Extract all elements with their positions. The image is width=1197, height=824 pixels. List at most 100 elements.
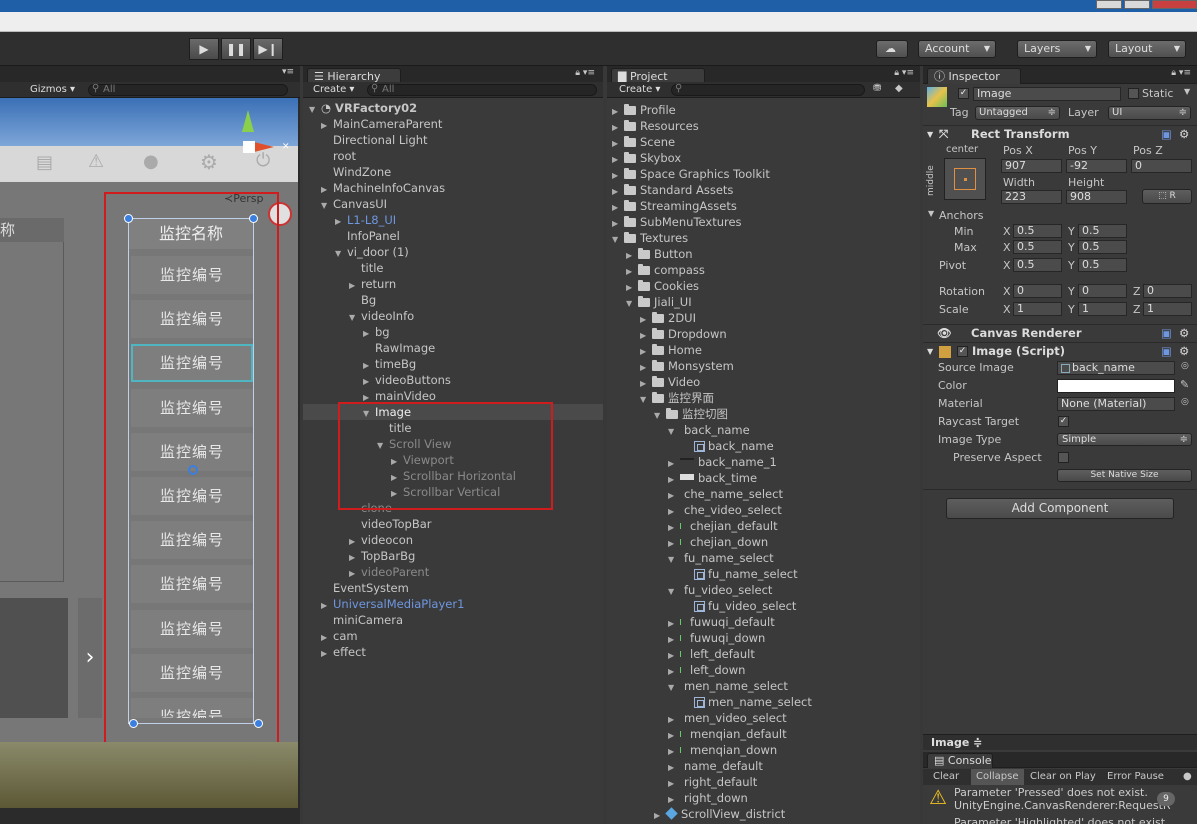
step-button[interactable]: ▶❙ (253, 38, 283, 60)
layers-dropdown[interactable]: Layers ▼ (1017, 40, 1097, 58)
hierarchy-item[interactable]: miniCamera (303, 612, 603, 628)
set-native-size-button[interactable]: Set Native Size (1057, 469, 1192, 482)
preserve-aspect-checkbox[interactable] (1058, 452, 1069, 463)
scale-x-field[interactable]: 1 (1013, 302, 1062, 316)
project-item[interactable]: ▶ Resources (607, 118, 920, 134)
project-item[interactable]: ▶ Dropdown (607, 326, 920, 342)
project-item[interactable]: ▶ right_default (607, 774, 920, 790)
hierarchy-item[interactable]: WindZone (303, 164, 603, 180)
active-checkbox[interactable]: ✓ (958, 88, 969, 99)
project-item[interactable]: fu_name_select (607, 566, 920, 582)
project-item[interactable]: ▶ che_video_select (607, 502, 920, 518)
project-item[interactable]: ▶ chejian_down (607, 534, 920, 550)
hierarchy-item[interactable]: ▶ effect (303, 644, 603, 660)
static-checkbox[interactable] (1128, 88, 1139, 99)
project-item[interactable]: ▶ fuwuqi_down (607, 630, 920, 646)
hierarchy-item[interactable]: Bg (303, 292, 603, 308)
chevron-down-icon[interactable]: ▼ (1184, 87, 1190, 96)
hierarchy-item[interactable]: ▼ vi_door (1) (303, 244, 603, 260)
console-log-entry[interactable]: Parameter 'Pressed' does not exist. Unit… (954, 786, 1186, 814)
layer-dropdown[interactable]: UI ≑ (1108, 106, 1191, 120)
tab-inspector[interactable]: ⓘ Inspector (927, 68, 1021, 84)
pivot-y-field[interactable]: 0.5 (1078, 258, 1127, 272)
project-item[interactable]: ▶ ScrollView_district (607, 806, 920, 822)
gear-icon[interactable]: ⚙ (1179, 126, 1189, 143)
foldout-icon[interactable]: ▼ (928, 209, 934, 218)
hierarchy-item[interactable]: EventSystem (303, 580, 603, 596)
create-dropdown[interactable]: Create ▾ (619, 83, 660, 97)
create-dropdown[interactable]: Create ▾ (313, 83, 354, 97)
lock-icon[interactable]: 🔒︎ ▾≡ (575, 68, 595, 78)
project-item[interactable]: ▶ menqian_default (607, 726, 920, 742)
project-item[interactable]: ▶ Button (607, 246, 920, 262)
tag-icon[interactable]: ◆ (895, 83, 903, 94)
project-item[interactable]: ▶ fuwuqi_default (607, 614, 920, 630)
eyedropper-icon[interactable]: ✎ (1180, 378, 1189, 391)
hierarchy-search-input[interactable]: ⚲ All (367, 84, 597, 96)
hierarchy-item[interactable]: ▶ TopBarBg (303, 548, 603, 564)
scale-y-field[interactable]: 1 (1078, 302, 1127, 316)
pivot-x-field[interactable]: 0.5 (1013, 258, 1062, 272)
next-arrow-button[interactable]: › (78, 598, 102, 718)
project-item[interactable]: ▼ fu_name_select (607, 550, 920, 566)
hierarchy-item[interactable]: ▶ L1-L8_UI (303, 212, 603, 228)
anchor-min-y-field[interactable]: 0.5 (1078, 224, 1127, 238)
hierarchy-item[interactable]: ▶ timeBg (303, 356, 603, 372)
project-item[interactable]: ▶ SubMenuTextures (607, 214, 920, 230)
project-item[interactable]: ▶ compass (607, 262, 920, 278)
project-item[interactable]: ▶ StreamingAssets (607, 198, 920, 214)
project-search-input[interactable]: ⚲ (671, 84, 865, 96)
project-item[interactable]: ▶ che_name_select (607, 486, 920, 502)
project-item[interactable]: ▶ left_default (607, 646, 920, 662)
hierarchy-item[interactable]: ▶ return (303, 276, 603, 292)
cloud-button[interactable]: ☁ (876, 40, 908, 58)
project-item[interactable]: men_name_select (607, 694, 920, 710)
project-item[interactable]: ▶ Video (607, 374, 920, 390)
hierarchy-item[interactable]: title (303, 260, 603, 276)
layout-dropdown[interactable]: Layout ▼ (1108, 40, 1186, 58)
project-item[interactable]: ▶ name_default (607, 758, 920, 774)
add-component-button[interactable]: Add Component (946, 498, 1174, 519)
project-item[interactable]: ▶ left_down (607, 662, 920, 678)
scene-root-item[interactable]: ▼ ◔ VRFactory02 (309, 100, 599, 116)
project-item[interactable]: ▶ right_down (607, 790, 920, 806)
console-log-entry[interactable]: Parameter 'Highlighted' does not exist. (932, 816, 1187, 824)
lock-icon[interactable]: 🔒︎ ▾≡ (1171, 68, 1191, 78)
panel-menu-icon[interactable]: ▾≡ (282, 67, 294, 77)
account-dropdown[interactable]: Account ▼ (918, 40, 996, 58)
hierarchy-item[interactable]: Directional Light (303, 132, 603, 148)
project-item[interactable]: fu_video_select (607, 598, 920, 614)
info-icon[interactable]: ● (1183, 769, 1192, 785)
project-item[interactable]: ▶ Standard Assets (607, 182, 920, 198)
object-picker-icon[interactable]: ◎ (1181, 361, 1189, 371)
hierarchy-item[interactable]: videoTopBar (303, 516, 603, 532)
height-field[interactable]: 908 (1066, 190, 1127, 204)
scene-viewport[interactable]: ▤ ⚠ ● ⚙ ⏻ ✕ 称 › ≺Persp 监控名称 监控编号 监控编号 监控编号… (0, 98, 298, 808)
scene-orientation-gizmo[interactable] (232, 110, 274, 153)
help-icon[interactable]: ▣ (1161, 325, 1172, 342)
project-item[interactable]: ▼ 监控切图 (607, 406, 920, 422)
hierarchy-item[interactable]: root (303, 148, 603, 164)
rotation-x-field[interactable]: 0 (1013, 284, 1062, 298)
project-item[interactable]: ▼ 监控界面 (607, 390, 920, 406)
project-item[interactable]: ▼ Textures (607, 230, 920, 246)
project-item[interactable]: ▼ back_name (607, 422, 920, 438)
lock-icon[interactable]: 🔒︎ ▾≡ (894, 68, 914, 78)
material-field[interactable]: None (Material) (1057, 397, 1175, 411)
image-type-dropdown[interactable]: Simple ≑ (1057, 433, 1192, 446)
image-script-header[interactable]: ▼ ✓ Image (Script) ▣ ⚙ (923, 342, 1197, 360)
chevron-right-icon[interactable]: ▶ (654, 808, 666, 824)
hierarchy-item[interactable]: ▶ cam (303, 628, 603, 644)
close-button[interactable] (1152, 0, 1197, 9)
color-field[interactable] (1057, 379, 1175, 393)
hierarchy-item[interactable]: ▶ videocon (303, 532, 603, 548)
project-item[interactable]: ▶ Cookies (607, 278, 920, 294)
source-image-field[interactable]: back_name (1057, 361, 1175, 375)
project-item[interactable]: ▶ back_name_1 (607, 454, 920, 470)
project-item[interactable]: ▶ back_time (607, 470, 920, 486)
gear-icon[interactable]: ⚙ (1179, 343, 1189, 360)
hierarchy-item[interactable]: InfoPanel (303, 228, 603, 244)
project-item[interactable]: ▶ Skybox (607, 150, 920, 166)
play-button[interactable]: ▶ (189, 38, 219, 60)
rotation-z-field[interactable]: 0 (1143, 284, 1192, 298)
